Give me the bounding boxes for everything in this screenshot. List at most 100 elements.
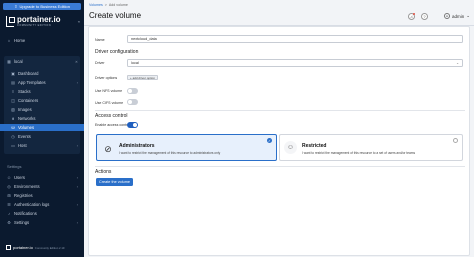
sidebar-item-stacks[interactable]: ≡ Stacks <box>0 88 84 95</box>
sidebar: ⇧ Upgrade to Business Edition portainer.… <box>0 0 84 257</box>
administrators-title: Administrators <box>119 143 155 149</box>
user-name: admin <box>452 13 465 19</box>
collapse-sidebar-icon[interactable]: « <box>78 19 80 24</box>
sidebar-item-registries[interactable]: ⊞ Registries <box>0 192 84 199</box>
volumes-icon: ⛁ <box>11 125 15 130</box>
add-driver-option-button[interactable]: + add driver option <box>127 75 158 80</box>
nfs-volume-label: Use NFS volume <box>95 89 123 93</box>
logo-name: portainer.io <box>17 14 61 24</box>
footer-version: Community Edition 2.19 <box>34 245 65 250</box>
environment-icon: ▦ <box>7 59 11 64</box>
name-input[interactable]: nextcloud_data <box>127 35 463 43</box>
driver-configuration-heading: Driver configuration <box>95 49 139 55</box>
help-button[interactable]: ? <box>421 13 428 20</box>
sidebar-item-label: Networks <box>18 116 36 121</box>
section-divider <box>95 166 465 167</box>
driver-options-label: Driver options <box>95 76 118 80</box>
breadcrumb-current: Add volume <box>108 3 128 7</box>
administrators-description: I want to restrict the management of thi… <box>119 151 221 155</box>
chevron-right-icon: › <box>76 143 78 148</box>
driver-select-value: local <box>131 61 139 65</box>
chevron-right-icon: › <box>76 80 78 85</box>
sidebar-item-users[interactable]: ☺ Users › <box>0 174 84 181</box>
page-title: Create volume <box>89 11 142 20</box>
driver-label: Driver <box>95 61 105 65</box>
nfs-volume-toggle[interactable] <box>127 88 138 94</box>
sidebar-item-label: Dashboard <box>18 71 39 76</box>
cifs-volume-toggle[interactable] <box>127 99 138 105</box>
templates-icon: ▤ <box>11 80 15 85</box>
sidebar-item-authentication-logs[interactable]: ☰ Authentication logs › <box>0 201 84 208</box>
breadcrumb: Volumes > Add volume <box>89 3 128 7</box>
sidebar-item-host[interactable]: ▭ Host › <box>0 142 84 149</box>
breadcrumb-volumes-link[interactable]: Volumes <box>89 3 103 7</box>
access-control-heading: Access control <box>95 113 128 119</box>
containers-icon: ◫ <box>11 98 15 103</box>
sidebar-item-app-templates[interactable]: ▤ App Templates › <box>0 79 84 86</box>
sidebar-item-dashboard[interactable]: ▣ Dashboard <box>0 70 84 77</box>
settings-section-title: Settings <box>7 164 22 169</box>
driver-select[interactable]: local ⌄ <box>127 59 463 67</box>
sidebar-item-networks[interactable]: ⋔ Networks <box>0 115 84 122</box>
networks-icon: ⋔ <box>11 116 15 121</box>
chevron-down-icon: ⌄ <box>466 13 471 18</box>
page-header: Volumes > Add volume Create volume ♫ ? ☺… <box>84 0 474 26</box>
sidebar-item-environments[interactable]: ◎ Environments › <box>0 183 84 190</box>
close-environment-icon[interactable]: ✕ <box>75 60 78 64</box>
sidebar-item-label: Containers <box>18 98 39 103</box>
images-icon: ▧ <box>11 107 15 112</box>
notifications-button[interactable]: ♫ <box>408 13 415 20</box>
access-control-toggle[interactable] <box>127 122 138 128</box>
sidebar-item-label: Notifications <box>14 211 37 216</box>
sidebar-item-label: Environments <box>14 184 40 189</box>
sidebar-item-containers[interactable]: ◫ Containers <box>0 97 84 104</box>
sidebar-item-volumes[interactable]: ⛁ Volumes <box>0 124 84 131</box>
portainer-logo[interactable]: portainer.io COMMUNITY EDITION <box>6 14 78 28</box>
sidebar-item-label: Registries <box>14 193 33 198</box>
create-volume-button[interactable]: Create the volume <box>96 178 134 186</box>
users-icon: ☺ <box>284 141 297 154</box>
unselected-radio-icon <box>453 138 458 143</box>
sidebar-item-notifications[interactable]: ♪ Notifications <box>0 210 84 217</box>
selected-check-icon: ✓ <box>267 138 272 143</box>
section-divider <box>95 110 465 111</box>
footer-name: portainer.io <box>13 245 33 250</box>
logs-icon: ☰ <box>7 202 11 207</box>
chevron-right-icon: › <box>76 184 78 189</box>
upgrade-button[interactable]: ⇧ Upgrade to Business Edition <box>3 3 81 10</box>
gear-icon: ⚙ <box>7 220 11 225</box>
environment-name: local <box>14 59 23 64</box>
sidebar-item-label: Events <box>18 134 31 139</box>
sidebar-item-label: Settings <box>14 220 30 225</box>
create-volume-form: Name nextcloud_data Driver configuration… <box>88 26 470 256</box>
host-icon: ▭ <box>11 143 15 148</box>
user-menu[interactable]: ☺ admin ⌄ <box>444 13 470 19</box>
breadcrumb-separator: > <box>104 3 107 7</box>
home-icon: ⌂ <box>7 38 11 43</box>
administrators-option[interactable]: ⊘ Administrators I want to restrict the … <box>96 134 277 161</box>
cifs-volume-label: Use CIFS volume <box>95 101 124 105</box>
environments-icon: ◎ <box>7 184 11 189</box>
sidebar-item-home[interactable]: ⌂ Home <box>0 37 84 44</box>
sidebar-item-settings[interactable]: ⚙ Settings › <box>0 219 84 226</box>
restricted-option[interactable]: ☺ Restricted I want to restrict the mana… <box>279 134 463 161</box>
notification-dot <box>413 13 415 15</box>
sidebar-item-images[interactable]: ▧ Images <box>0 106 84 113</box>
sidebar-item-label: Users <box>14 175 25 180</box>
sidebar-item-label: Volumes <box>18 125 35 130</box>
upgrade-label: Upgrade to Business Edition <box>19 4 70 9</box>
sidebar-item-label: Host <box>18 143 27 148</box>
stacks-icon: ≡ <box>11 89 15 94</box>
sidebar-item-label: Images <box>18 107 32 112</box>
sidebar-item-label: Authentication logs <box>14 202 50 207</box>
sidebar-item-events[interactable]: ◷ Events <box>0 133 84 140</box>
help-icon: ? <box>423 14 426 19</box>
users-icon: ☺ <box>6 175 12 180</box>
environment-header[interactable]: ▦ local ✕ <box>0 58 84 65</box>
sidebar-footer: portainer.io Community Edition 2.19 <box>6 245 65 250</box>
chevron-down-icon: ⌄ <box>456 61 459 65</box>
chevron-right-icon: › <box>76 220 78 225</box>
registries-icon: ⊞ <box>7 193 11 198</box>
access-control-label: Enable access control <box>95 123 131 127</box>
actions-heading: Actions <box>95 169 112 175</box>
